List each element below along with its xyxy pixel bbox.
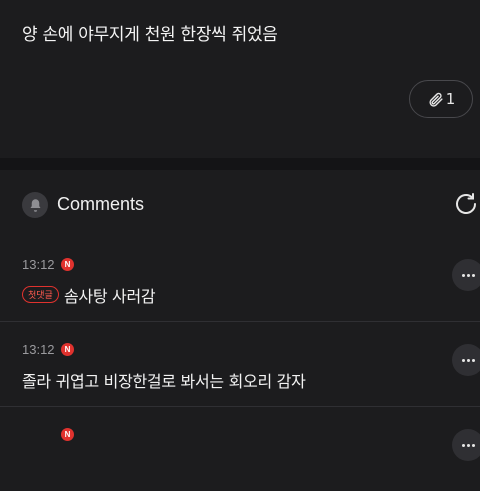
comment-time: 13:12 — [22, 342, 55, 357]
attachment-count: 1 — [445, 90, 456, 108]
new-badge: N — [61, 258, 74, 271]
more-icon — [461, 443, 465, 447]
first-comment-tag: 첫댓글 — [22, 286, 59, 303]
comment-time: 13:12 — [22, 257, 55, 272]
comment-text: 솜사탕 사러감 — [64, 287, 156, 306]
comments-header: Comments — [0, 170, 480, 238]
comment-more-button[interactable] — [452, 429, 480, 461]
post-text: 양 손에 야무지게 천원 한장씩 쥐었음 — [22, 25, 278, 45]
refresh-icon[interactable] — [452, 190, 480, 218]
paperclip-icon — [429, 92, 443, 107]
more-icon — [461, 273, 465, 277]
attachment-button[interactable]: 1 — [409, 80, 473, 118]
new-badge: N — [61, 428, 74, 441]
bell-icon — [30, 198, 40, 212]
comment-more-button[interactable] — [452, 259, 480, 291]
new-badge: N — [61, 343, 74, 356]
section-divider — [0, 158, 480, 170]
post-body: 양 손에 야무지게 천원 한장씩 쥐었음 1 — [0, 0, 480, 158]
more-icon — [461, 358, 465, 362]
comment-more-button[interactable] — [452, 344, 480, 376]
comments-title: Comments — [57, 194, 145, 214]
notification-toggle[interactable] — [22, 192, 48, 218]
comment-text: 졸라 귀엽고 비장한걸로 봐서는 회오리 감자 — [22, 372, 306, 391]
comment-item: 13:12 N 첫댓글 솜사탕 사러감 — [0, 237, 480, 322]
comment-item: 13:12 N 졸라 귀엽고 비장한걸로 봐서는 회오리 감자 — [0, 322, 480, 407]
comment-item: N — [0, 407, 480, 491]
